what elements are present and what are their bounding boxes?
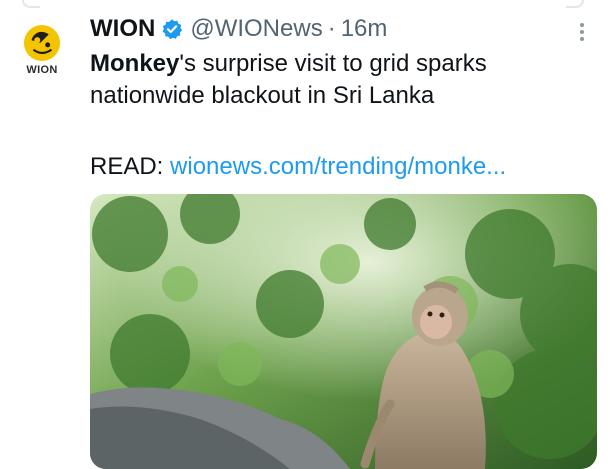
more-dot (580, 37, 584, 41)
verified-badge-icon (162, 19, 183, 40)
more-dot (580, 30, 584, 34)
header-separator: · (327, 15, 336, 42)
tweet-header: WION @WIONews · 16m (90, 13, 387, 45)
more-dot (580, 23, 584, 27)
tweet-timestamp[interactable]: 16m (341, 13, 388, 45)
read-line: READ: wionews.com/trending/monke... (90, 151, 506, 183)
tweet-card[interactable]: WION WION @WIONews · 16m Monkey's surpri… (0, 0, 610, 469)
read-label: READ: (90, 153, 164, 180)
avatar[interactable]: WION (12, 24, 72, 84)
article-link[interactable]: wionews.com/trending/monke... (170, 153, 506, 180)
tweet-text-bold: Monkey (90, 50, 180, 77)
author-handle[interactable]: @WIONews (190, 13, 322, 45)
thread-corner-left (22, 0, 40, 8)
wion-logo-icon (23, 24, 61, 62)
author-name[interactable]: WION (90, 13, 155, 45)
more-options-icon[interactable] (572, 22, 592, 42)
thread-corner-right (566, 0, 584, 8)
avatar-label: WION (26, 64, 58, 76)
tweet-text: Monkey's surprise visit to grid sparks n… (90, 48, 590, 112)
tweet-media-photo[interactable] (90, 194, 597, 469)
monkey-photo (90, 194, 597, 469)
